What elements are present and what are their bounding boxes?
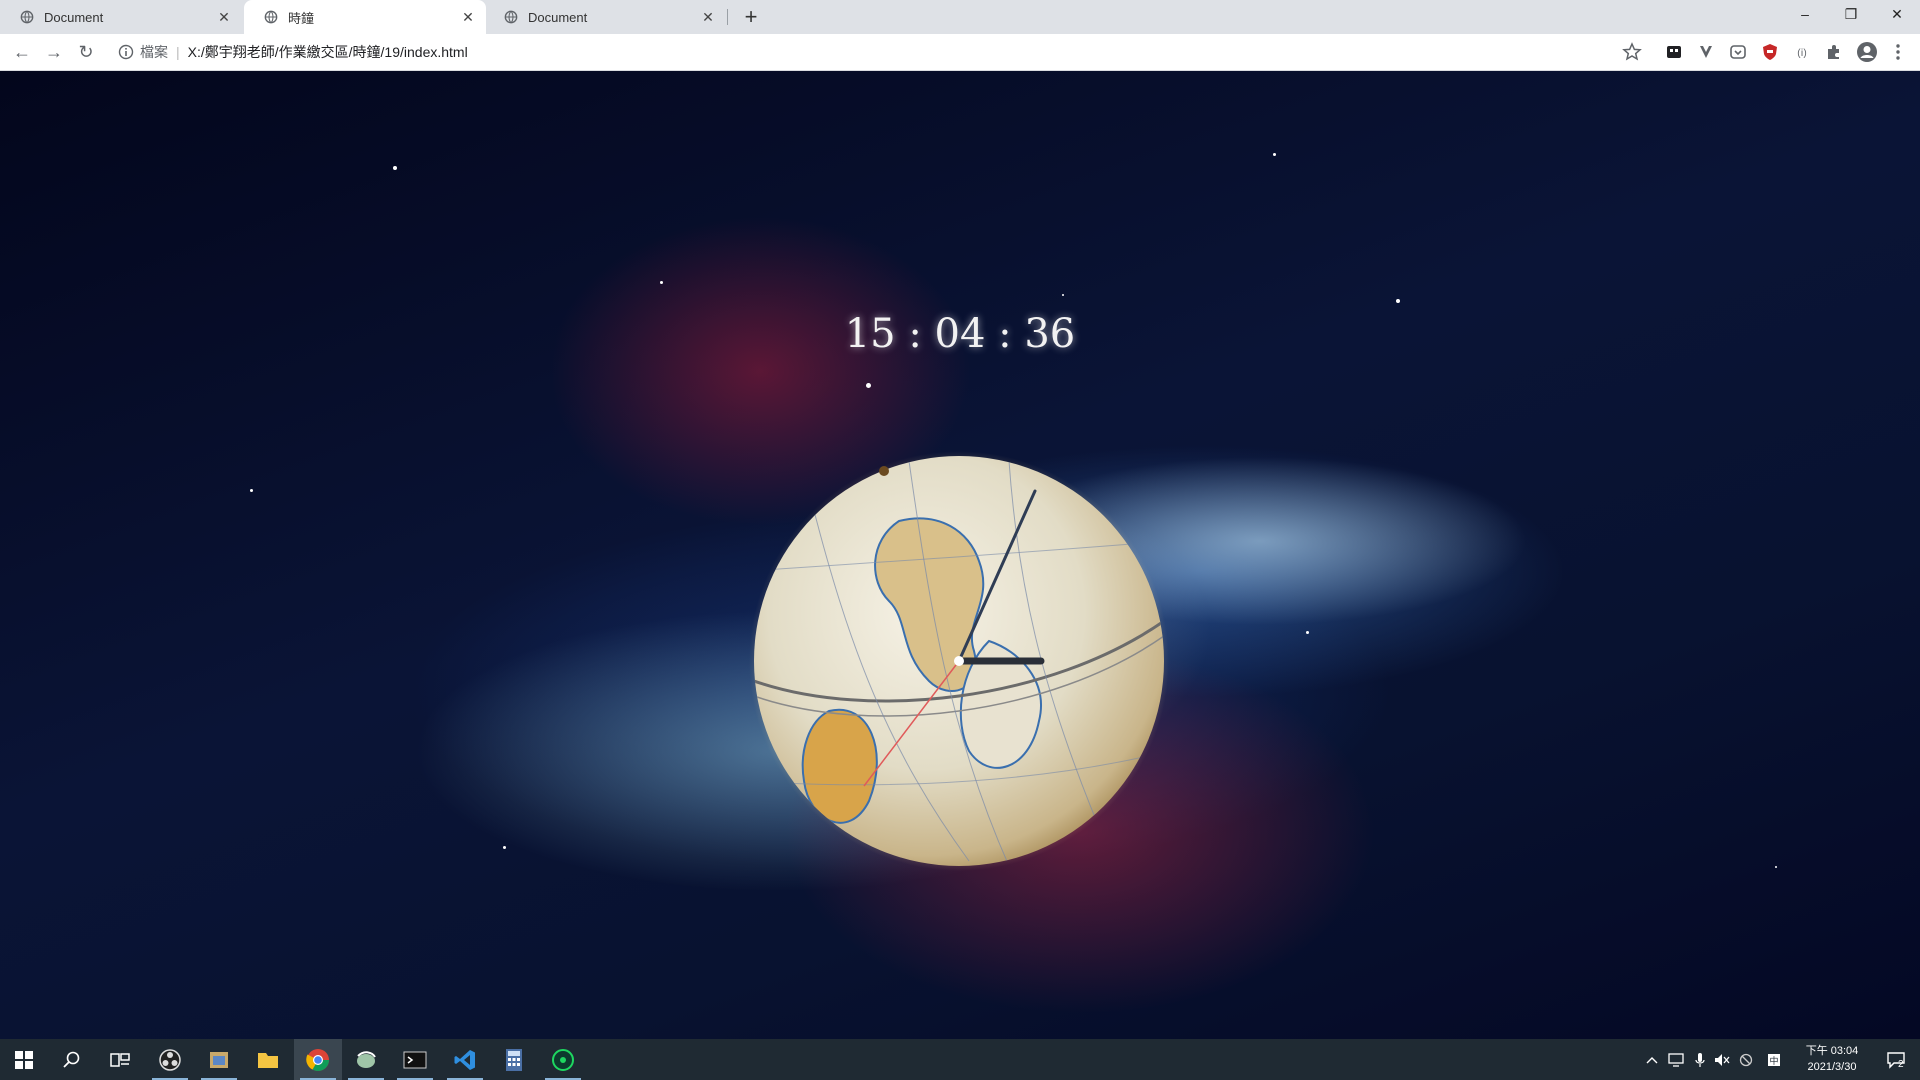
terminal-icon bbox=[403, 1051, 427, 1068]
digital-clock: 15 : 04 : 36 bbox=[844, 311, 1076, 357]
search-button[interactable] bbox=[48, 1039, 96, 1080]
star bbox=[1775, 866, 1777, 868]
terminal-app[interactable] bbox=[391, 1039, 439, 1080]
clock-center-pin bbox=[954, 656, 964, 666]
microphone-tray[interactable] bbox=[1690, 1039, 1710, 1080]
taskbar-clock[interactable]: 下午 03:04 2021/3/30 bbox=[1792, 1043, 1872, 1075]
tab-clock[interactable]: 時鐘 ✕ bbox=[244, 0, 486, 34]
taskbar-date: 2021/3/30 bbox=[1807, 1061, 1857, 1073]
show-hidden-icons-button[interactable] bbox=[1644, 1039, 1660, 1080]
tab-strip: Document ✕ 時鐘 ✕ Document ✕ + – ❐ ✕ bbox=[0, 0, 1920, 34]
obs-app[interactable] bbox=[146, 1039, 194, 1080]
file-manager-app[interactable] bbox=[195, 1039, 243, 1080]
calculator-app[interactable] bbox=[490, 1039, 538, 1080]
task-view-button[interactable] bbox=[96, 1039, 144, 1080]
address-bar[interactable]: 檔案 | X:/鄭宇翔老師/作業繳交區/時鐘/19/index.html bbox=[110, 38, 1640, 66]
minimize-button[interactable]: – bbox=[1782, 0, 1828, 28]
galaxy-background: 15 : 04 : 36 bbox=[0, 71, 1920, 1039]
folder-icon bbox=[258, 1052, 278, 1068]
back-button[interactable]: ← bbox=[10, 40, 34, 64]
input-method-tray[interactable]: 中 bbox=[1764, 1039, 1784, 1080]
star bbox=[1306, 631, 1309, 634]
notification-count: 2 bbox=[1898, 1059, 1904, 1070]
start-button[interactable] bbox=[0, 1039, 48, 1080]
music-app[interactable] bbox=[539, 1039, 587, 1080]
status-tray[interactable] bbox=[1736, 1039, 1756, 1080]
chrome-icon bbox=[306, 1048, 329, 1071]
tab-title: Document bbox=[528, 9, 588, 25]
tab-separator bbox=[727, 9, 728, 25]
extension-box-icon[interactable] bbox=[1664, 42, 1684, 62]
globe-axis-pin bbox=[879, 466, 889, 476]
menu-icon[interactable] bbox=[1888, 42, 1908, 62]
svg-text:(ⅰ): (ⅰ) bbox=[1797, 48, 1806, 59]
puzzle-icon[interactable] bbox=[1824, 42, 1844, 62]
browser-toolbar: ← → ↻ 檔案 | X:/鄭宇翔老師/作業繳交區/時鐘/19/index.ht… bbox=[0, 34, 1920, 71]
star bbox=[250, 489, 253, 492]
mail-icon bbox=[357, 1050, 376, 1068]
star bbox=[1396, 299, 1400, 303]
star bbox=[1062, 294, 1064, 296]
calculator-icon bbox=[506, 1048, 522, 1071]
search-icon bbox=[63, 1051, 80, 1068]
chrome-app[interactable] bbox=[294, 1039, 342, 1080]
blocked-icon bbox=[1739, 1053, 1753, 1066]
star bbox=[503, 846, 506, 849]
network-icon bbox=[1668, 1052, 1684, 1067]
ime-icon: 中 bbox=[1768, 1053, 1780, 1066]
tab-document-1[interactable]: Document ✕ bbox=[0, 0, 242, 34]
chevron-up-icon bbox=[1646, 1056, 1658, 1063]
file-scheme-label: 檔案 bbox=[140, 44, 168, 60]
microphone-icon bbox=[1695, 1052, 1705, 1067]
cast-icon[interactable]: (ⅰ) bbox=[1792, 42, 1812, 62]
obs-icon bbox=[159, 1048, 181, 1071]
tab-title: Document bbox=[44, 9, 104, 25]
close-tab-icon[interactable]: ✕ bbox=[460, 9, 476, 26]
music-icon bbox=[552, 1048, 574, 1071]
star bbox=[1273, 153, 1276, 156]
bookmark-star-icon[interactable] bbox=[1622, 42, 1642, 62]
pocket-icon[interactable] bbox=[1728, 42, 1748, 62]
taskbar-time: 下午 03:04 bbox=[1805, 1045, 1859, 1057]
volume-tray[interactable] bbox=[1712, 1039, 1732, 1080]
globe-icon bbox=[20, 10, 34, 24]
close-tab-icon[interactable]: ✕ bbox=[700, 9, 716, 26]
globe-clock bbox=[749, 451, 1169, 871]
vscode-icon bbox=[454, 1049, 475, 1070]
windows-taskbar: 中 下午 03:04 2021/3/30 2 bbox=[0, 1039, 1920, 1080]
tab-title: 時鐘 bbox=[288, 10, 315, 26]
file-manager-icon bbox=[210, 1051, 228, 1068]
vpn-icon[interactable] bbox=[1696, 42, 1716, 62]
info-icon[interactable] bbox=[118, 44, 134, 60]
url-text[interactable]: X:/鄭宇翔老師/作業繳交區/時鐘/19/index.html bbox=[188, 42, 468, 62]
task-view-icon bbox=[110, 1052, 130, 1067]
tab-document-2[interactable]: Document ✕ bbox=[484, 0, 726, 34]
folder-app[interactable] bbox=[244, 1039, 292, 1080]
network-tray[interactable] bbox=[1666, 1039, 1686, 1080]
new-tab-button[interactable]: + bbox=[738, 4, 764, 30]
ublock-icon[interactable] bbox=[1760, 42, 1780, 62]
star bbox=[393, 166, 397, 170]
star bbox=[866, 383, 871, 388]
globe-icon bbox=[504, 10, 518, 24]
close-tab-icon[interactable]: ✕ bbox=[216, 9, 232, 26]
start-icon bbox=[15, 1050, 33, 1069]
profile-icon[interactable] bbox=[1856, 41, 1878, 63]
svg-text:中: 中 bbox=[1769, 1055, 1778, 1066]
reload-button[interactable]: ↻ bbox=[74, 40, 98, 64]
volume-muted-icon bbox=[1715, 1053, 1730, 1066]
notification-center-button[interactable]: 2 bbox=[1878, 1039, 1914, 1080]
address-separator: | bbox=[176, 44, 180, 60]
globe-icon bbox=[264, 10, 278, 24]
close-window-button[interactable]: ✕ bbox=[1874, 0, 1920, 28]
restore-button[interactable]: ❐ bbox=[1828, 0, 1874, 28]
mail-app[interactable] bbox=[342, 1039, 390, 1080]
star bbox=[660, 281, 663, 284]
vscode-app[interactable] bbox=[441, 1039, 489, 1080]
forward-button[interactable]: → bbox=[42, 40, 66, 64]
